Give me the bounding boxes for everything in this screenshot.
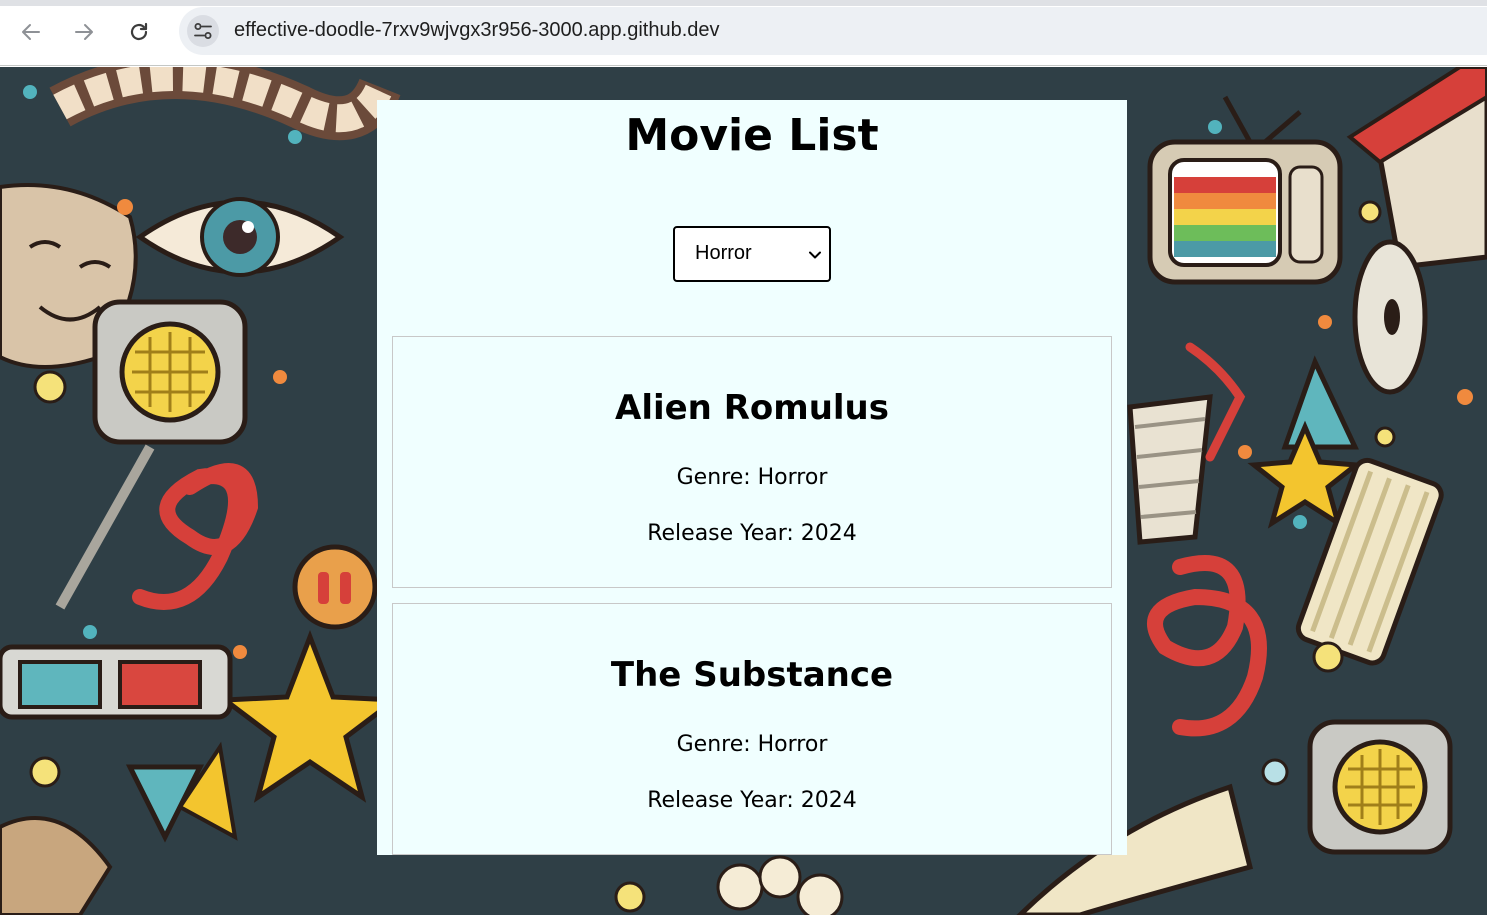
back-button[interactable]	[13, 14, 49, 50]
movie-title: Alien Romulus	[615, 388, 889, 428]
forward-button[interactable]	[66, 14, 102, 50]
page-title: Movie List	[625, 110, 879, 161]
genre-select-value: Horror	[695, 242, 752, 264]
chevron-down-icon	[809, 251, 821, 259]
movie-genre: Genre: Horror	[676, 465, 828, 490]
movie-genre: Genre: Horror	[676, 732, 828, 757]
page-viewport: Movie List Horror Alien Romulus Genre: H…	[0, 67, 1487, 915]
genre-select[interactable]: Horror	[673, 226, 831, 282]
browser-tab-strip	[0, 0, 1487, 6]
movie-card: Alien Romulus Genre: Horror Release Year…	[392, 336, 1112, 588]
movie-card: The Substance Genre: Horror Release Year…	[392, 603, 1112, 855]
movie-release-year: Release Year: 2024	[647, 521, 857, 546]
reload-icon	[130, 22, 148, 41]
site-info-icon	[194, 23, 212, 39]
address-bar[interactable]: effective-doodle-7rxv9wjvgx3r956-3000.ap…	[179, 7, 1487, 55]
reload-button[interactable]	[121, 14, 157, 50]
url-text[interactable]: effective-doodle-7rxv9wjvgx3r956-3000.ap…	[234, 19, 720, 42]
movie-list-panel: Movie List Horror Alien Romulus Genre: H…	[377, 100, 1127, 855]
forward-arrow-icon	[75, 24, 93, 40]
browser-toolbar: effective-doodle-7rxv9wjvgx3r956-3000.ap…	[0, 0, 1487, 66]
movie-title: The Substance	[610, 655, 894, 695]
site-info-button[interactable]	[187, 15, 219, 47]
movie-release-year: Release Year: 2024	[647, 788, 857, 813]
back-arrow-icon	[22, 24, 40, 40]
